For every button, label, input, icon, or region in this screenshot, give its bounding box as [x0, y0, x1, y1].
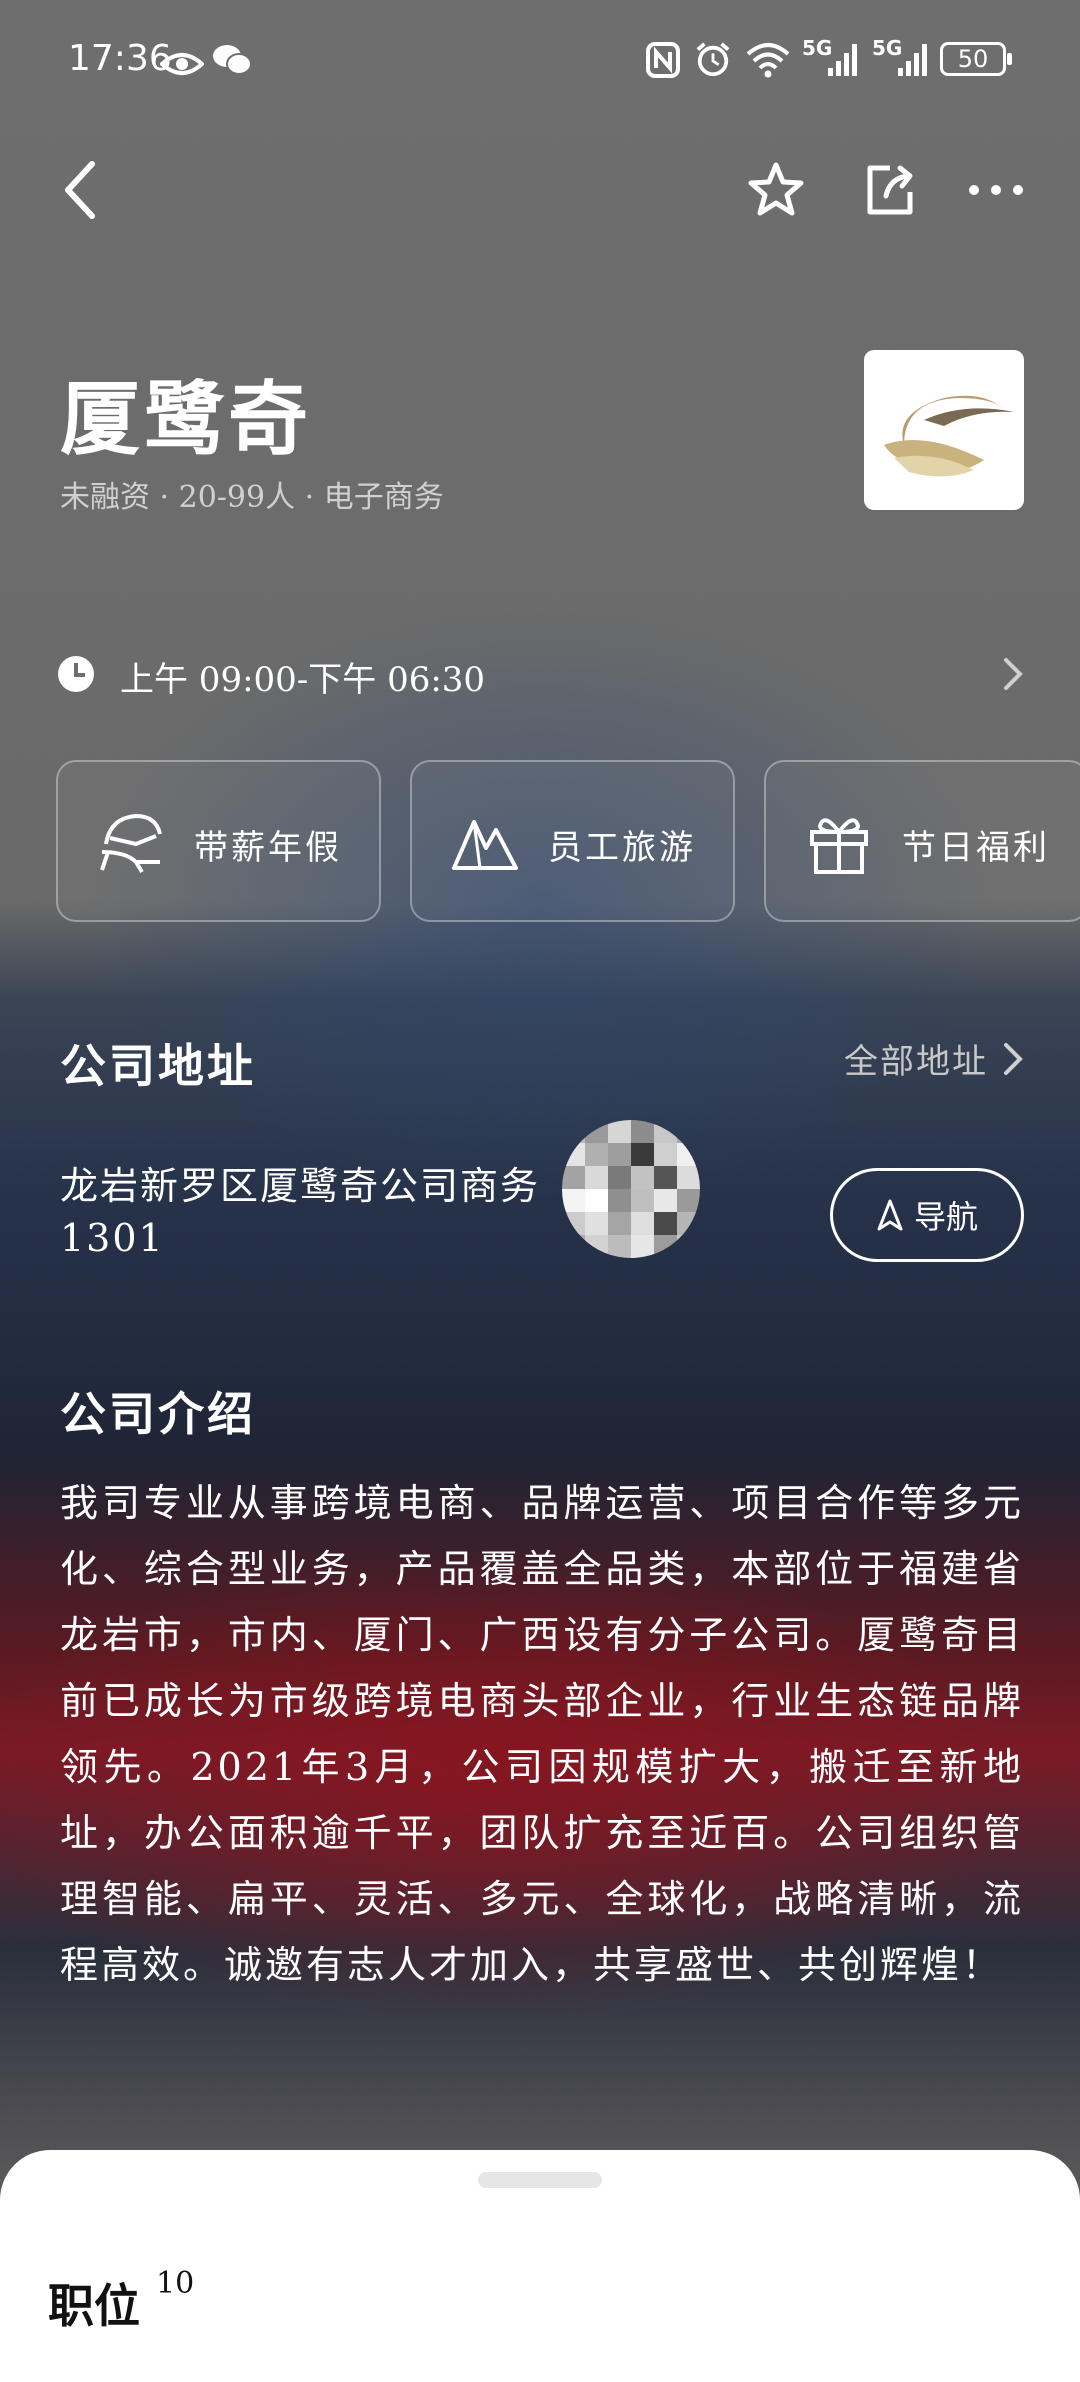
- benefit-card-company-trip[interactable]: 员工旅游: [410, 760, 735, 922]
- signal-1-icon: [828, 44, 857, 76]
- privacy-mosaic: [562, 1120, 700, 1258]
- jobs-title: 职位: [48, 2279, 140, 2333]
- address-section-title: 公司地址: [60, 1039, 256, 1093]
- alarm-icon: [696, 42, 730, 77]
- intro-section-title: 公司介绍: [60, 1387, 256, 1441]
- sheet-grabber[interactable]: [478, 2172, 602, 2188]
- share-icon: [867, 165, 913, 215]
- nfc-icon: [646, 42, 680, 78]
- eye-icon: [160, 53, 204, 75]
- back-button[interactable]: [40, 150, 120, 230]
- company-name: 厦鹭奇: [60, 372, 312, 466]
- jobs-count: 10: [156, 2266, 195, 2301]
- chevron-right-icon: [1004, 658, 1023, 690]
- wechat-icon: [213, 45, 252, 75]
- signal-2-icon: [898, 44, 927, 76]
- benefit-label: 员工旅游: [548, 828, 696, 868]
- company-logo: [864, 350, 1024, 510]
- chevron-left-icon: [65, 161, 95, 219]
- more-button[interactable]: [956, 150, 1036, 230]
- all-addresses-label: 全部地址: [844, 1042, 988, 1082]
- intro-text: 我司专业从事跨境电商、品牌运营、项目合作等多元化、综合型业务，产品覆盖全品类，本…: [60, 1481, 1024, 1987]
- wifi-icon: [746, 43, 790, 78]
- jobs-bottom-sheet[interactable]: 职位 10: [0, 2150, 1080, 2382]
- favorite-button[interactable]: [736, 150, 816, 230]
- clock-icon: [58, 656, 94, 692]
- benefit-label: 节日福利: [902, 828, 1050, 868]
- benefit-card-holiday-gifts[interactable]: 节日福利: [764, 760, 1080, 922]
- benefits-list: 带薪年假 员工旅游 节日福利: [56, 760, 1080, 922]
- navigate-button[interactable]: 导航: [830, 1168, 1024, 1262]
- company-logo-image: [884, 395, 1014, 477]
- gift-icon: [810, 818, 868, 874]
- star-icon: [748, 162, 804, 216]
- chevron-right-icon: [1004, 1042, 1023, 1075]
- navigate-label: 导航: [913, 1198, 978, 1236]
- battery-indicator: 50: [940, 42, 1012, 76]
- all-addresses-link[interactable]: 全部地址: [844, 1034, 1024, 1083]
- working-hours-text: 上午 09:00-下午 06:30: [120, 660, 486, 700]
- status-time: 17:36: [68, 38, 172, 79]
- working-hours-row[interactable]: 上午 09:00-下午 06:30: [56, 640, 1024, 710]
- mountain-icon: [452, 820, 518, 870]
- status-bar: 17:36 5G 5G 50: [0, 0, 1080, 110]
- company-meta: 未融资 · 20-99人 · 电子商务: [60, 480, 444, 515]
- more-icon: [969, 185, 1023, 195]
- benefit-label: 带薪年假: [194, 828, 342, 868]
- navigation-arrow-icon: [877, 1199, 903, 1231]
- lounge-chair-icon: [100, 813, 162, 874]
- share-button[interactable]: [850, 150, 930, 230]
- benefit-card-paid-leave[interactable]: 带薪年假: [56, 760, 381, 922]
